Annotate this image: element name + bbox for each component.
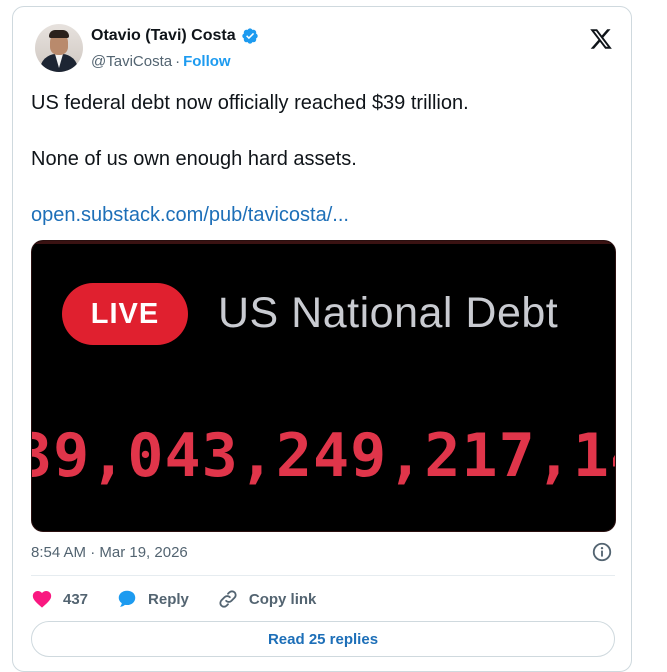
heart-icon [32, 591, 52, 608]
action-bar: 437 Reply Copy link [31, 587, 344, 611]
verified-badge-icon [241, 28, 258, 44]
live-badge: LIVE [62, 283, 188, 345]
author-name-row: Otavio (Tavi) Costa [91, 27, 259, 45]
avatar[interactable] [35, 24, 83, 72]
copy-link-label: Copy link [248, 590, 317, 608]
tweet-link[interactable]: open.substack.com/pub/tavicosta/... [31, 203, 621, 227]
media-title: US National Debt [218, 289, 559, 337]
read-replies-button[interactable]: Read 25 replies [31, 621, 615, 657]
author-name[interactable]: Otavio (Tavi) Costa [91, 27, 236, 45]
tweet-card: Otavio (Tavi) Costa @TaviCosta · Follow US… [12, 6, 632, 672]
x-logo-icon[interactable] [588, 27, 614, 51]
like-button[interactable]: 437 [31, 588, 88, 610]
debt-counter: 39,043,249,217,14 [31, 421, 616, 491]
reply-label: Reply [148, 590, 189, 608]
tweet-timestamp[interactable]: 8:54 AM · Mar 19, 2026 [31, 544, 188, 561]
follow-button[interactable]: Follow [183, 53, 231, 70]
speech-bubble-icon [118, 590, 136, 607]
likes-count: 437 [63, 590, 89, 608]
media-image[interactable]: LIVE US National Debt 39,043,249,217,14 [31, 240, 616, 532]
author-handle-row: @TaviCosta · Follow [91, 53, 231, 70]
tweet-text-line: US federal debt now officially reached $… [31, 92, 469, 114]
copy-link-button[interactable]: Copy link [217, 588, 317, 610]
separator-dot: · [175, 53, 181, 70]
author-handle[interactable]: @TaviCosta [91, 53, 172, 70]
info-icon[interactable] [591, 541, 613, 563]
tweet-text-line: None of us own enough hard assets. [31, 148, 357, 170]
divider [31, 575, 615, 576]
reply-button[interactable]: Reply [116, 588, 189, 610]
link-icon [219, 590, 237, 608]
